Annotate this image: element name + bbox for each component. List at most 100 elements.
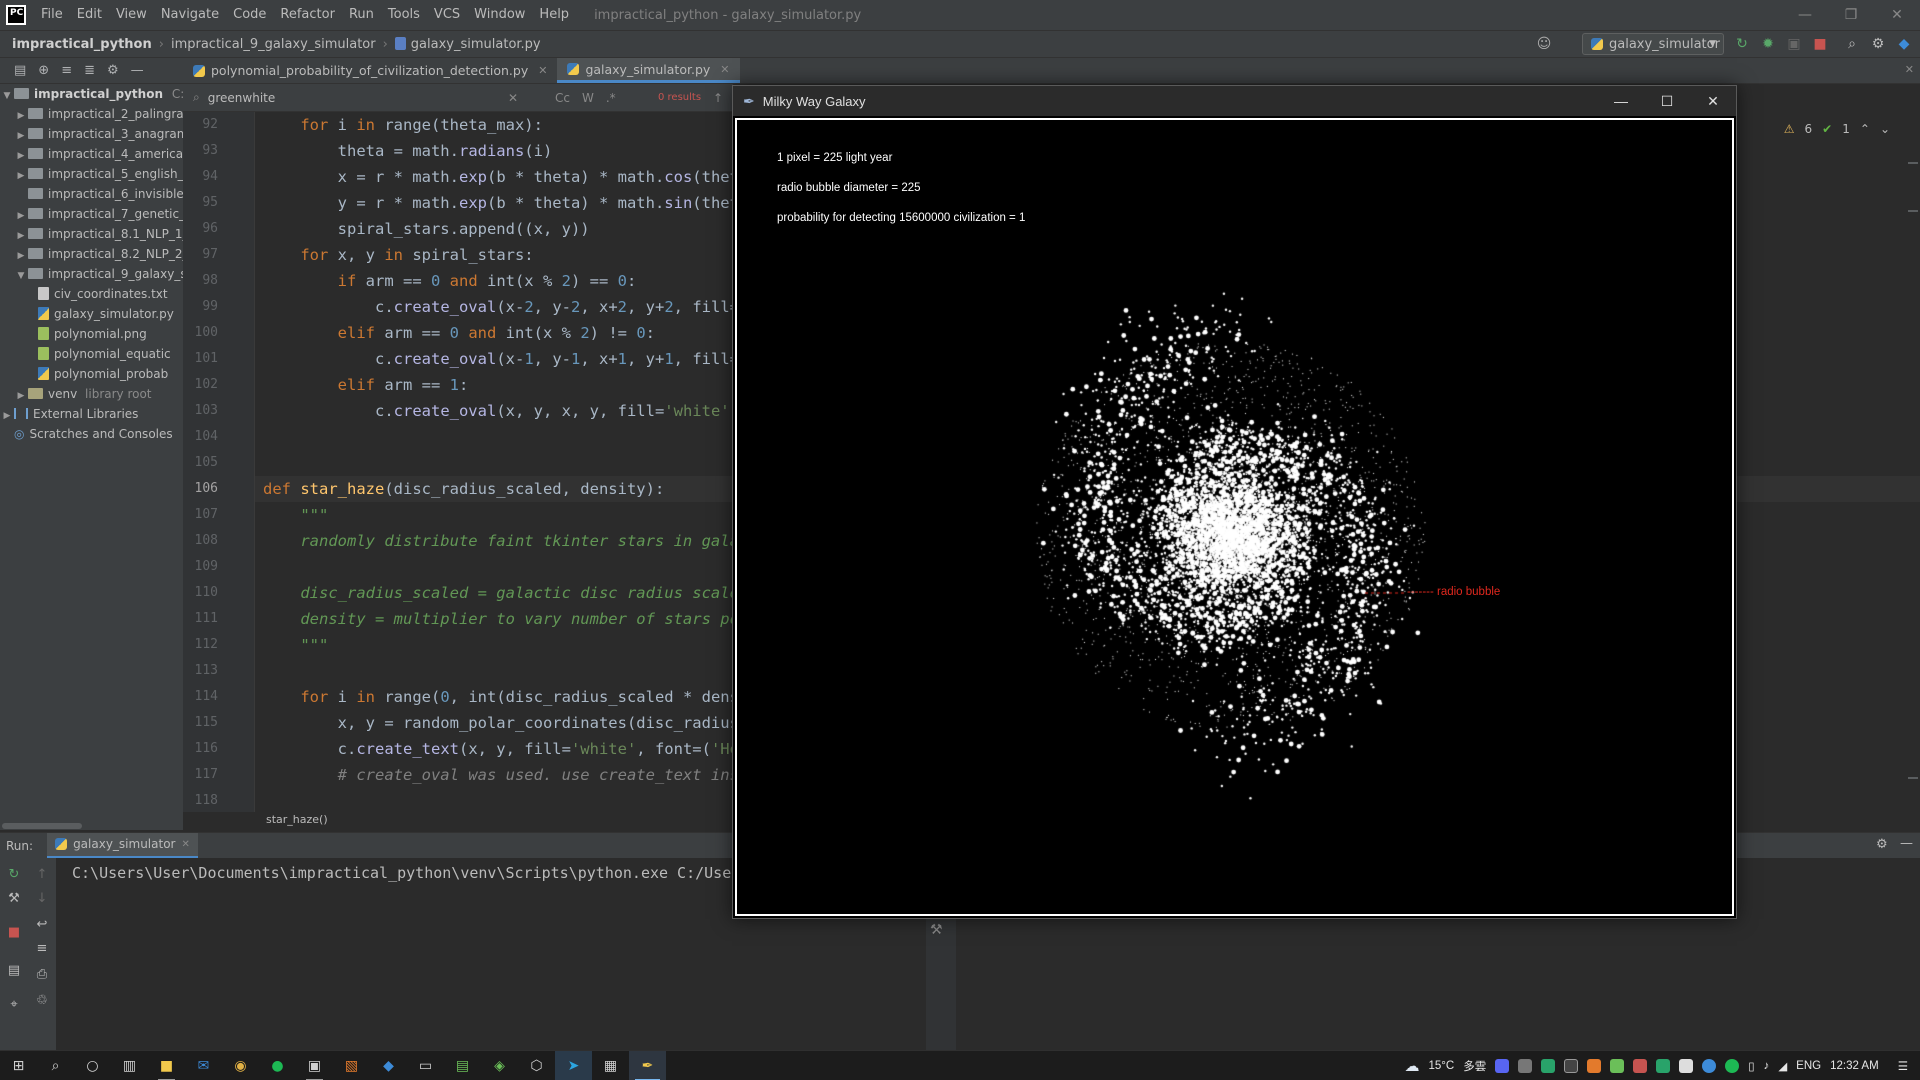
code-line[interactable] [255, 658, 735, 684]
code-line[interactable]: """ [255, 502, 735, 528]
code-line[interactable]: c.create_text(x, y, fill='white', font=(… [255, 736, 735, 762]
expand-all-icon[interactable]: ≡ [61, 63, 72, 78]
sublime-icon[interactable]: ▧ [333, 1051, 370, 1080]
file-explorer-icon[interactable]: ■ [148, 1051, 185, 1080]
tree-item[interactable]: ▶ impractical_8.2_NLP_2_ [0, 244, 183, 264]
code-line[interactable]: elif arm == 1: [255, 372, 735, 398]
tree-item[interactable]: ▶ impractical_2_palingrar [0, 104, 183, 124]
chevron-right-icon[interactable]: ▶ [14, 146, 28, 166]
code-line[interactable]: x = r * math.exp(b * theta) * math.cos(t… [255, 164, 735, 190]
tree-root[interactable]: ▼ impractical_python C:\Us [0, 84, 183, 104]
menu-file[interactable]: File [34, 0, 70, 30]
breadcrumb-folder[interactable]: impractical_9_galaxy_simulator [171, 37, 376, 52]
tray-app-icon[interactable] [1610, 1059, 1625, 1073]
wrench-icon[interactable]: ⚒ [930, 922, 943, 938]
collapse-all-icon[interactable]: ≣ [84, 63, 95, 78]
gear-icon[interactable]: ⚙ [1870, 36, 1886, 52]
tree-item[interactable]: ▶ impractical_7_genetic_a [0, 204, 183, 224]
toolbox-icon[interactable]: ◆ [1896, 36, 1912, 52]
breadcrumb-project[interactable]: impractical_python [12, 37, 152, 52]
tree-item[interactable]: polynomial_probab [0, 364, 183, 384]
stop-icon[interactable]: ■ [6, 924, 22, 940]
code-line[interactable]: elif arm == 0 and int(x % 2) != 0: [255, 320, 735, 346]
menu-code[interactable]: Code [226, 0, 273, 30]
mail-icon[interactable]: ✉ [185, 1051, 222, 1080]
window-icon[interactable]: ▦ [592, 1051, 629, 1080]
menu-help[interactable]: Help [532, 0, 576, 30]
cortana-icon[interactable]: ○ [74, 1051, 111, 1080]
menu-run[interactable]: Run [342, 0, 381, 30]
chevron-right-icon[interactable]: ▶ [14, 166, 28, 186]
soft-wrap-icon[interactable]: ↩ [34, 916, 50, 932]
code-line[interactable]: theta = math.radians(i) [255, 138, 735, 164]
restore-icon[interactable]: ❐ [1828, 0, 1874, 30]
search-icon[interactable]: ⌕ [37, 1051, 74, 1080]
editor-breadcrumb[interactable]: star_haze() [183, 812, 735, 828]
code-line[interactable] [255, 788, 735, 812]
trash-icon[interactable]: ♲ [34, 992, 50, 1008]
tree-item[interactable]: civ_coordinates.txt [0, 284, 183, 304]
menu-window[interactable]: Window [467, 0, 532, 30]
inspection-widget[interactable]: ⚠ 6 ✔ 1 ⌃ ⌄ [1784, 122, 1890, 136]
telegram-icon[interactable]: ➤ [555, 1050, 592, 1080]
code-editor[interactable]: for i in range(theta_max): theta = math.… [255, 112, 735, 812]
tk-app-icon[interactable]: ✒ [629, 1050, 666, 1080]
chrome-icon[interactable]: ◉ [222, 1051, 259, 1080]
task-view-icon[interactable]: ▥ [111, 1051, 148, 1080]
chevron-right-icon[interactable]: ▶ [14, 126, 28, 146]
stripe-mark[interactable] [1908, 777, 1918, 779]
tab-galaxy-simulator[interactable]: galaxy_simulator.py ✕ [557, 58, 740, 83]
notification-icon[interactable]: ☰ [1898, 1059, 1908, 1073]
lock-icon[interactable] [1518, 1059, 1533, 1073]
print-icon[interactable]: ⎙ [34, 966, 50, 982]
search-input[interactable]: greenwhite [208, 91, 276, 105]
breadcrumb-file[interactable]: galaxy_simulator.py [394, 36, 541, 52]
code-line[interactable] [255, 424, 735, 450]
pin-icon[interactable]: ⌖ [6, 996, 22, 1012]
search-icon[interactable]: ⌕ [1844, 36, 1860, 52]
rerun-icon[interactable]: ↻ [6, 866, 22, 882]
close-icon[interactable]: ✕ [720, 63, 729, 76]
chevron-right-icon[interactable]: ▶ [14, 226, 28, 246]
clock[interactable]: 12:32 AM [1830, 1060, 1879, 1072]
chevron-right-icon[interactable]: ▶ [0, 406, 14, 426]
notepad-icon[interactable]: ▤ [444, 1051, 481, 1080]
code-line[interactable]: def star_haze(disc_radius_scaled, densit… [255, 476, 735, 502]
menu-edit[interactable]: Edit [70, 0, 109, 30]
arrow-up-icon[interactable]: ↑ [713, 91, 723, 105]
code-line[interactable]: if arm == 0 and int(x % 2) == 0: [255, 268, 735, 294]
menu-view[interactable]: View [109, 0, 154, 30]
project-view-icon[interactable]: ▤ [14, 63, 26, 78]
code-line[interactable]: spiral_stars.append((x, y)) [255, 216, 735, 242]
close-icon[interactable]: ✕ [181, 839, 189, 850]
volume-icon[interactable]: ♪ [1764, 1060, 1770, 1072]
code-line[interactable] [255, 450, 735, 476]
chevron-down-icon[interactable]: ⌄ [1880, 122, 1890, 136]
tray-app-icon[interactable] [1679, 1059, 1694, 1073]
stripe-mark[interactable] [1908, 210, 1918, 212]
chevron-right-icon[interactable]: ▶ [14, 386, 28, 406]
chevron-right-icon[interactable]: ▶ [14, 206, 28, 226]
code-line[interactable]: c.create_oval(x, y, x, y, fill='white', [255, 398, 735, 424]
code-line[interactable]: for x, y in spiral_stars: [255, 242, 735, 268]
chevron-down-icon[interactable]: ▼ [0, 86, 14, 106]
close-icon[interactable]: ✕ [538, 64, 547, 77]
tree-item[interactable]: polynomial.png [0, 324, 183, 344]
tray-app-icon[interactable] [1633, 1059, 1648, 1073]
layout-icon[interactable]: ▤ [6, 962, 22, 978]
maximize-icon[interactable]: ☐ [1644, 86, 1690, 116]
spotify-icon[interactable]: ● [259, 1051, 296, 1080]
code-line[interactable]: density = multiplier to vary number of s… [255, 606, 735, 632]
tree-item[interactable]: ▶ impractical_5_english_c [0, 164, 183, 184]
scroll-to-end-icon[interactable]: ≡ [34, 940, 50, 956]
weather-temp[interactable]: 15°C [1429, 1060, 1455, 1072]
clear-icon[interactable]: ✕ [508, 91, 518, 105]
user-icon[interactable]: ☺ [1536, 36, 1552, 52]
wrench-icon[interactable]: ⚒ [6, 890, 22, 906]
code-line[interactable]: for i in range(0, int(disc_radius_scaled… [255, 684, 735, 710]
stripe-mark[interactable] [1908, 162, 1918, 164]
menu-navigate[interactable]: Navigate [154, 0, 226, 30]
arrow-down-icon[interactable]: ↓ [34, 890, 50, 906]
stop-icon[interactable]: ■ [1812, 36, 1828, 52]
gear-icon[interactable]: ⚙ [107, 63, 119, 78]
